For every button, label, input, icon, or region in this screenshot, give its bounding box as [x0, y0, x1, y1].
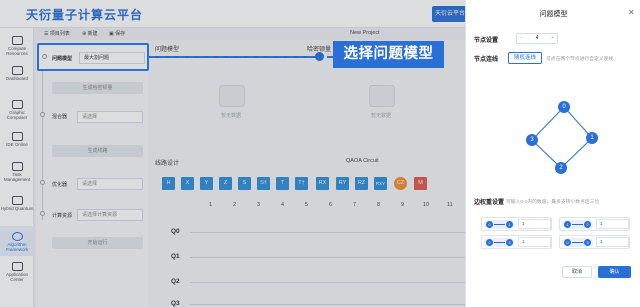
node-count-input[interactable]: − 4 +: [516, 33, 558, 44]
edge-node-a: 0: [564, 239, 571, 246]
edge-tag: 0 3: [562, 238, 593, 247]
graph-node[interactable]: 3: [526, 134, 538, 146]
graph-node[interactable]: 2: [555, 162, 567, 174]
edge-node-b: 2: [584, 221, 591, 228]
edge-connector: [494, 242, 505, 243]
problem-model-highlight-frame: [37, 43, 149, 71]
close-icon[interactable]: ✕: [628, 8, 635, 17]
edge-weight-input[interactable]: 1: [596, 237, 629, 247]
edge-weight-input[interactable]: 1: [596, 219, 629, 229]
edge-connector: [572, 224, 583, 225]
graph-edge-3-0: [531, 106, 565, 141]
cancel-button[interactable]: 取消: [562, 266, 592, 278]
node-count-label: 节点设置: [474, 38, 499, 44]
link-hint: 可点击两个节点进行自定义连线: [546, 57, 614, 62]
decrement-icon[interactable]: −: [520, 34, 523, 43]
edge-node-a: 0: [486, 221, 493, 228]
panel-title: 问题模型: [539, 11, 568, 18]
edge-tag: 2 3: [484, 238, 515, 247]
edge-weight-card: 0 1 1: [481, 217, 552, 231]
edge-weight-card: 0 3 1: [559, 235, 630, 249]
edge-weight-input[interactable]: 1: [518, 219, 551, 229]
edge-weight-input[interactable]: 1: [518, 237, 551, 247]
edge-node-a: 1: [564, 221, 571, 228]
edge-node-a: 2: [486, 239, 493, 246]
graph-node[interactable]: 0: [558, 101, 570, 113]
node-link-label: 节点连线: [474, 57, 499, 63]
increment-icon[interactable]: +: [551, 34, 554, 43]
graph-node[interactable]: 1: [586, 132, 598, 144]
edge-tag: 0 1: [484, 220, 515, 229]
weight-hint: 可输入0-1内的数值，最多支持小数点后三位: [506, 200, 600, 205]
edge-connector: [572, 242, 583, 243]
callout-connector: [149, 56, 333, 58]
edge-weight-card: 2 3 1: [481, 235, 552, 249]
edge-node-b: 3: [584, 239, 591, 246]
confirm-button[interactable]: 确认: [598, 266, 631, 278]
callout-select-problem-model: 选择问题模型: [333, 41, 444, 68]
edge-node-b: 1: [506, 221, 513, 228]
random-link-button[interactable]: 随机连线: [508, 52, 542, 64]
edge-connector: [494, 224, 505, 225]
edge-weight-card: 1 2 1: [559, 217, 630, 231]
edge-node-b: 3: [506, 239, 513, 246]
edge-tag: 1 2: [562, 220, 593, 229]
node-count-value: 4: [535, 35, 539, 41]
edge-weight-label: 边权重设置: [474, 200, 505, 206]
